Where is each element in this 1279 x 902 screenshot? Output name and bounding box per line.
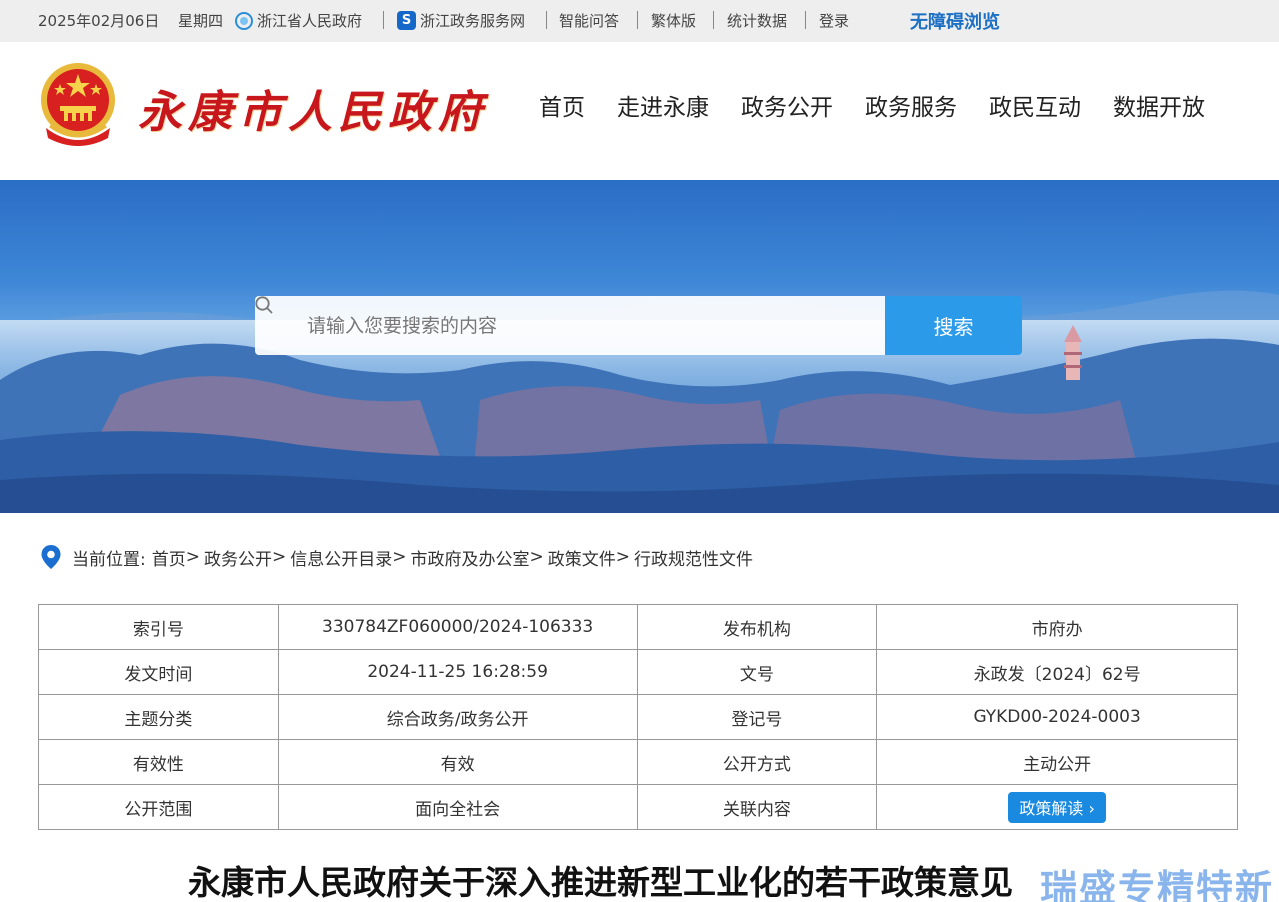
link-zhejiang-service[interactable]: S 浙江政务服务网 <box>397 10 525 31</box>
nav-interaction[interactable]: 政民互动 <box>989 88 1081 122</box>
link-smart-qa[interactable]: 智能问答 <box>559 10 619 31</box>
table-key: 公开范围 <box>38 784 279 830</box>
divider <box>383 11 384 29</box>
link-traditional[interactable]: 繁体版 <box>651 10 696 31</box>
policy-interpretation-button[interactable]: 政策解读 › <box>1008 791 1106 823</box>
table-value: 主动公开 <box>876 739 1238 785</box>
link-zhejiang-service-label: 浙江政务服务网 <box>420 12 526 30</box>
breadcrumb-label: 当前位置: <box>72 549 146 570</box>
breadcrumb-home[interactable]: 首页 <box>152 545 186 570</box>
table-value: 330784ZF060000/2024-106333 <box>277 604 638 650</box>
banner: 搜索 <box>0 180 1279 513</box>
table-key: 索引号 <box>38 604 279 650</box>
nav-about-yongkang[interactable]: 走进永康 <box>617 88 709 122</box>
table-value: 市府办 <box>876 604 1238 650</box>
search-input[interactable] <box>307 296 867 355</box>
table-key: 关联内容 <box>636 784 878 830</box>
table-value: 永政发〔2024〕62号 <box>876 649 1238 695</box>
nav-gov-services[interactable]: 政务服务 <box>865 88 957 122</box>
table-key: 发布机构 <box>636 604 878 650</box>
location-pin-icon <box>41 545 61 569</box>
current-date: 2025年02月06日 <box>38 12 160 30</box>
breadcrumb-normative-docs[interactable]: 行政规范性文件 <box>634 545 753 570</box>
current-weekday: 星期四 <box>178 12 224 30</box>
breadcrumb-separator: > <box>185 547 200 567</box>
search-button[interactable]: 搜索 <box>885 296 1022 355</box>
table-key: 发文时间 <box>38 649 279 695</box>
divider <box>805 11 806 29</box>
search-icon <box>255 296 273 314</box>
table-value-cell: 政策解读 › <box>876 784 1238 830</box>
breadcrumb-city-office[interactable]: 市政府及办公室 <box>410 545 529 570</box>
link-zhejiang-gov[interactable]: 浙江省人民政府 <box>235 10 362 31</box>
breadcrumb-policy-docs[interactable]: 政策文件 <box>548 545 616 570</box>
link-login[interactable]: 登录 <box>819 10 849 31</box>
table-row: 有效性 有效 公开方式 主动公开 <box>38 739 1238 785</box>
zhejiang-gov-icon <box>235 11 253 30</box>
table-value: 2024-11-25 16:28:59 <box>277 649 638 695</box>
table-row: 索引号 330784ZF060000/2024-106333 发布机构 市府办 <box>38 604 1238 650</box>
national-emblem-icon <box>41 63 115 146</box>
breadcrumb-separator: > <box>615 547 630 567</box>
document-title: 永康市人民政府关于深入推进新型工业化的若干政策意见 <box>188 863 1013 902</box>
table-value: GYKD00-2024-0003 <box>876 694 1238 740</box>
top-bar: 2025年02月06日 星期四 浙江省人民政府 S 浙江政务服务网 智能问答 繁… <box>0 0 1279 42</box>
breadcrumb-info-catalog[interactable]: 信息公开目录 <box>290 545 392 570</box>
breadcrumb-separator: > <box>271 547 287 567</box>
divider <box>637 11 638 29</box>
breadcrumb-gov-affairs[interactable]: 政务公开 <box>204 545 272 570</box>
breadcrumb: 当前位置: 首页 > 政务公开 > 信息公开目录 > 市政府及办公室 > 政策文件 > 行… <box>40 544 753 570</box>
table-value: 综合政务/政务公开 <box>277 694 638 740</box>
table-key: 公开方式 <box>636 739 878 785</box>
site-header: 永康市人民政府 首页 走进永康 政务公开 政务服务 政民互动 数据开放 <box>0 42 1279 180</box>
breadcrumb-separator: > <box>529 547 544 567</box>
link-statistics[interactable]: 统计数据 <box>727 10 787 31</box>
table-value: 面向全社会 <box>277 784 638 830</box>
nav-gov-affairs[interactable]: 政务公开 <box>741 88 833 122</box>
site-title: 永康市人民政府 <box>138 87 488 138</box>
accessibility-link[interactable]: 无障碍浏览 <box>910 8 1000 34</box>
divider <box>546 11 547 29</box>
table-key: 登记号 <box>636 694 878 740</box>
nav-open-data[interactable]: 数据开放 <box>1113 88 1205 122</box>
table-key: 主题分类 <box>38 694 279 740</box>
zhejiang-service-icon: S <box>397 11 416 30</box>
divider <box>713 11 714 29</box>
link-zhejiang-gov-label: 浙江省人民政府 <box>257 12 363 30</box>
breadcrumb-separator: > <box>392 547 407 567</box>
search-box <box>255 296 885 355</box>
table-key: 有效性 <box>38 739 279 785</box>
table-row: 公开范围 面向全社会 关联内容 政策解读 › <box>38 784 1238 830</box>
watermark-text: 瑞盛专精特新 <box>1040 867 1274 902</box>
table-value: 有效 <box>277 739 638 785</box>
nav-home[interactable]: 首页 <box>539 88 585 122</box>
document-info-table: 索引号 330784ZF060000/2024-106333 发布机构 市府办 … <box>38 604 1238 830</box>
table-row: 发文时间 2024-11-25 16:28:59 文号 永政发〔2024〕62号 <box>38 649 1238 695</box>
table-row: 主题分类 综合政务/政务公开 登记号 GYKD00-2024-0003 <box>38 694 1238 740</box>
table-key: 文号 <box>636 649 878 695</box>
